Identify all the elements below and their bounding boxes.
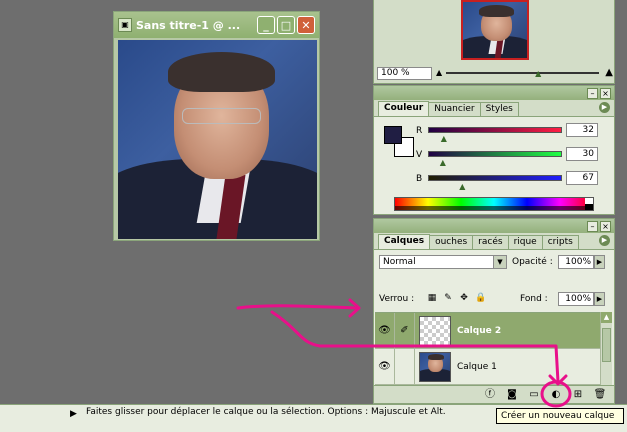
channel-v-slider[interactable]: ▲	[440, 158, 446, 167]
fill-label: Fond :	[520, 294, 548, 304]
layer-name[interactable]: Calque 1	[457, 362, 497, 372]
layer-mask-icon[interactable]: ◙	[504, 388, 520, 402]
color-body: R ▲ 32 V ▲ 30 B ▲ 67	[374, 116, 614, 214]
navigator-thumbnail[interactable]	[461, 0, 529, 60]
layers-tabs: Calques ouches racés rique cripts ▶	[374, 233, 614, 249]
zoom-out-icon[interactable]: ▲	[436, 68, 442, 77]
tab-scripts[interactable]: cripts	[541, 235, 579, 249]
layer-row-calque-2[interactable]: 👁 ✐ Calque 2	[375, 312, 601, 349]
layer-thumbnail	[419, 351, 451, 382]
maximize-icon[interactable]: □	[277, 16, 295, 34]
document-icon: ▣	[118, 18, 132, 32]
layers-panel-header[interactable]: – ×	[374, 219, 614, 233]
channel-v: V ▲ 30	[416, 147, 612, 167]
zoom-bar: 100 % ▲ ▲ ▲	[377, 66, 613, 80]
channel-b: B ▲ 67	[416, 171, 612, 191]
channel-b-bar[interactable]	[428, 175, 562, 181]
tab-nuancier[interactable]: Nuancier	[428, 102, 481, 116]
link-slot[interactable]	[395, 348, 415, 385]
tab-historique[interactable]: rique	[507, 235, 543, 249]
fill-input[interactable]: 100%	[558, 292, 594, 306]
zoom-slider[interactable]: ▲ ▲ ▲	[436, 67, 613, 78]
layer-row-calque-1[interactable]: 👁 Calque 1	[375, 348, 601, 385]
annotation-arrowhead	[348, 298, 361, 318]
channel-v-bar[interactable]	[428, 151, 562, 157]
tab-styles[interactable]: Styles	[479, 102, 519, 116]
lock-all-icon[interactable]: 🔒	[475, 293, 486, 303]
color-tabs: Couleur Nuancier Styles ▶	[374, 100, 614, 116]
fill-arrow-icon[interactable]: ▶	[594, 292, 605, 306]
minimize-panel-icon[interactable]: –	[587, 87, 598, 99]
channel-b-slider[interactable]: ▲	[459, 182, 465, 191]
tooltip: Créer un nouveau calque	[496, 408, 624, 424]
layers-panel: – × Calques ouches racés rique cripts ▶ …	[373, 218, 615, 404]
tab-couleur[interactable]: Couleur	[378, 101, 430, 116]
brush-icon[interactable]: ✐	[395, 312, 415, 349]
channel-label: R	[416, 126, 423, 136]
channel-b-value[interactable]: 67	[566, 171, 598, 185]
layer-name[interactable]: Calque 2	[457, 326, 501, 336]
panel-menu-icon[interactable]: ▶	[599, 235, 610, 246]
opacity-input[interactable]: 100%	[558, 255, 594, 269]
channel-r-slider[interactable]: ▲	[441, 134, 447, 143]
document-titlebar[interactable]: ▣ Sans titre-1 @ ... _ □ ✕	[114, 12, 319, 38]
lock-paint-icon[interactable]: ✎	[443, 293, 453, 303]
close-icon[interactable]: ✕	[297, 16, 315, 34]
black-white-swatch[interactable]	[585, 198, 593, 210]
layers-body: Normal ▼ Opacité : 100% ▶ Verrou : ▦ ✎ ✥…	[374, 249, 614, 403]
portrait-photo	[118, 40, 317, 239]
lock-transparency-icon[interactable]: ▦	[427, 293, 437, 303]
status-arrow-icon[interactable]: ▶	[70, 409, 77, 419]
adjustment-layer-icon[interactable]: ◐	[548, 388, 564, 402]
tab-calques[interactable]: Calques	[378, 234, 431, 249]
layer-style-icon[interactable]: ⓕ	[482, 388, 498, 402]
close-panel-icon[interactable]: ×	[600, 220, 611, 232]
opacity-label: Opacité :	[512, 257, 553, 267]
panel-menu-icon[interactable]: ▶	[599, 102, 610, 113]
foreground-color-swatch[interactable]	[384, 126, 402, 144]
zoom-slider-knob[interactable]: ▲	[535, 69, 541, 78]
close-panel-icon[interactable]: ×	[600, 87, 611, 99]
document-title: Sans titre-1 @ ...	[136, 18, 241, 32]
navigator-panel: 100 % ▲ ▲ ▲	[373, 0, 615, 84]
lock-label: Verrou :	[379, 294, 415, 304]
layer-thumbnail	[419, 315, 451, 346]
eye-icon[interactable]: 👁	[375, 348, 395, 385]
lock-icons: ▦ ✎ ✥ 🔒	[427, 293, 486, 303]
channel-label: V	[416, 150, 423, 160]
color-panel: – × Couleur Nuancier Styles ▶ R ▲ 32 V ▲…	[373, 85, 615, 215]
tab-couches[interactable]: ouches	[429, 235, 474, 249]
zoom-input[interactable]: 100 %	[377, 66, 432, 80]
color-spectrum[interactable]	[394, 197, 594, 211]
new-layer-icon[interactable]: ⊞	[570, 388, 586, 402]
blend-mode-select[interactable]: Normal ▼	[379, 255, 507, 269]
scroll-up-icon[interactable]: ▲	[601, 312, 612, 323]
channel-v-value[interactable]: 30	[566, 147, 598, 161]
new-group-icon[interactable]: ▭	[526, 388, 542, 402]
minimize-panel-icon[interactable]: –	[587, 220, 598, 232]
lock-move-icon[interactable]: ✥	[459, 293, 469, 303]
channel-r-value[interactable]: 32	[566, 123, 598, 137]
opacity-arrow-icon[interactable]: ▶	[594, 255, 605, 269]
layers-footer: ⓕ ◙ ▭ ◐ ⊞ 🗑	[374, 385, 614, 403]
channel-r-bar[interactable]	[428, 127, 562, 133]
trash-icon[interactable]: 🗑	[592, 388, 608, 402]
color-panel-header[interactable]: – ×	[374, 86, 614, 100]
annotation-arrow-line	[236, 304, 360, 310]
document-canvas[interactable]	[118, 40, 317, 239]
document-window[interactable]: ▣ Sans titre-1 @ ... _ □ ✕	[113, 11, 320, 241]
zoom-in-icon[interactable]: ▲	[605, 67, 613, 78]
navigator-photo	[463, 2, 527, 58]
status-message: Faites glisser pour déplacer le calque o…	[86, 407, 446, 417]
channel-r: R ▲ 32	[416, 123, 612, 143]
tab-traces[interactable]: racés	[472, 235, 509, 249]
blend-mode-value: Normal	[383, 257, 416, 267]
minimize-icon[interactable]: _	[257, 16, 275, 34]
eye-icon[interactable]: 👁	[375, 312, 395, 349]
channel-label: B	[416, 174, 423, 184]
scroll-thumb[interactable]	[602, 328, 611, 362]
chevron-down-icon[interactable]: ▼	[493, 256, 506, 268]
